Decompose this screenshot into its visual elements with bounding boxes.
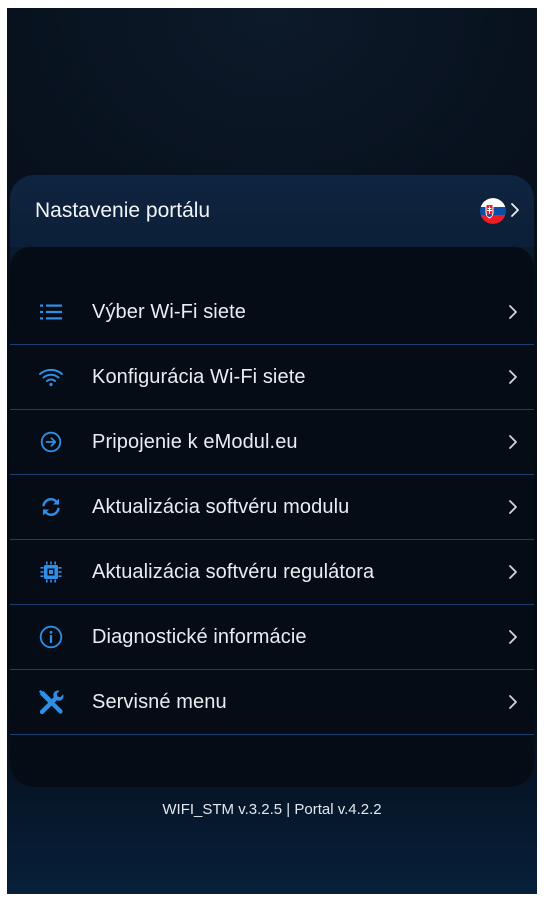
menu-item-label: Konfigurácia Wi-Fi siete — [92, 365, 306, 388]
menu-item-module-update[interactable]: Aktualizácia softvéru modulu — [10, 475, 534, 540]
menu-list: Výber Wi-Fi siete Konfigurácia Wi-Fi sie… — [10, 280, 534, 735]
language-selector-button[interactable] — [480, 198, 520, 224]
list-icon — [10, 302, 92, 322]
page-title: Nastavenie portálu — [35, 199, 211, 222]
menu-item-regulator-update[interactable]: Aktualizácia softvéru regulátora — [10, 540, 534, 605]
panel-header: Nastavenie portálu — [10, 175, 534, 247]
menu-item-label: Diagnostické informácie — [92, 625, 307, 648]
slovakia-flag-icon — [480, 198, 506, 224]
menu-item-diagnostics[interactable]: Diagnostické informácie — [10, 605, 534, 670]
menu-item-label: Aktualizácia softvéru modulu — [92, 495, 350, 518]
chevron-right-icon — [492, 304, 534, 320]
arrow-circle-right-icon — [10, 431, 92, 453]
settings-panel: Nastavenie portálu Výber Wi-Fi siete Kon… — [10, 175, 534, 787]
menu-area: Výber Wi-Fi siete Konfigurácia Wi-Fi sie… — [10, 247, 534, 787]
tools-icon — [10, 688, 92, 716]
menu-item-emodul-connect[interactable]: Pripojenie k eModul.eu — [10, 410, 534, 475]
wifi-icon — [10, 367, 92, 387]
chip-icon — [10, 560, 92, 584]
chevron-right-icon — [492, 694, 534, 710]
menu-item-label: Servisné menu — [92, 690, 227, 713]
menu-item-label: Aktualizácia softvéru regulátora — [92, 560, 375, 583]
menu-item-service-menu[interactable]: Servisné menu — [10, 670, 534, 735]
chevron-right-icon — [492, 434, 534, 450]
chevron-right-icon — [492, 369, 534, 385]
menu-item-wifi-select[interactable]: Výber Wi-Fi siete — [10, 280, 534, 345]
refresh-icon — [10, 496, 92, 518]
chevron-right-icon — [492, 564, 534, 580]
version-footer: WIFI_STM v.3.2.5 | Portal v.4.2.2 — [162, 801, 382, 818]
chevron-right-icon — [492, 499, 534, 515]
menu-item-label: Výber Wi-Fi siete — [92, 300, 246, 323]
menu-item-label: Pripojenie k eModul.eu — [92, 430, 298, 453]
menu-item-wifi-config[interactable]: Konfigurácia Wi-Fi siete — [10, 345, 534, 410]
app-screen: Nastavenie portálu Výber Wi-Fi siete Kon… — [7, 8, 537, 894]
info-icon — [10, 625, 92, 649]
chevron-right-icon — [492, 629, 534, 645]
chevron-right-icon — [510, 202, 520, 221]
